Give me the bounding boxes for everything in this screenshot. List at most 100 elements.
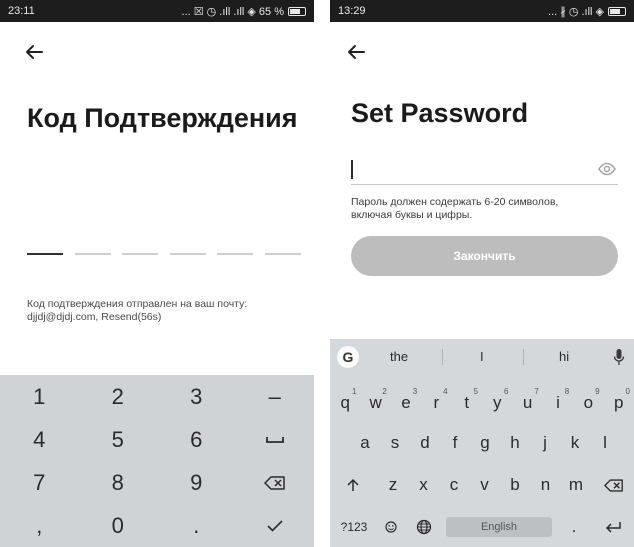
space-bar[interactable]: English (446, 517, 552, 537)
key-hint-digit: 9 (595, 387, 600, 396)
status-icons: ... ☒ ◷ .ıll .ıll ◈ 65 % (182, 5, 306, 18)
key-1[interactable]: 1 (0, 375, 79, 418)
text-caret (351, 160, 353, 179)
enter-key[interactable] (596, 507, 630, 547)
code-cell[interactable] (217, 253, 254, 255)
code-cell[interactable] (74, 253, 111, 255)
key-3[interactable]: 3 (157, 375, 236, 418)
key-u[interactable]: u7 (512, 383, 542, 423)
key-label: q (340, 393, 350, 412)
key-b[interactable]: b (500, 465, 530, 505)
code-cell[interactable] (122, 253, 159, 255)
key-c[interactable]: c (439, 465, 469, 505)
key-0[interactable]: 0 (79, 504, 158, 547)
symbols-key[interactable]: ?123 (334, 507, 374, 547)
eye-icon[interactable] (598, 162, 616, 176)
check-icon (267, 519, 283, 532)
key-7[interactable]: 7 (0, 461, 79, 504)
key-hint-digit: 8 (564, 387, 570, 396)
suggestion-item[interactable]: the (390, 349, 408, 364)
back-arrow-icon[interactable] (344, 40, 368, 64)
backspace-key[interactable] (598, 465, 630, 505)
shift-icon (347, 478, 359, 491)
key-backspace[interactable] (236, 461, 315, 504)
key-label: i (556, 393, 560, 412)
password-field[interactable] (351, 155, 618, 185)
key-v[interactable]: v (470, 465, 500, 505)
key-hint-digit: 3 (412, 387, 418, 396)
key-a[interactable]: a (350, 423, 380, 463)
enter-icon (605, 522, 621, 533)
key-5[interactable]: 5 (79, 418, 158, 461)
key-label: w (369, 393, 382, 412)
status-icons: ... ∦ ◷ .ıll ◈ (548, 5, 626, 18)
microphone-icon[interactable] (613, 348, 625, 366)
key-s[interactable]: s (380, 423, 410, 463)
key-f[interactable]: f (440, 423, 470, 463)
key-p[interactable]: p0 (604, 383, 634, 423)
key-m[interactable]: m (561, 465, 591, 505)
key-9[interactable]: 9 (157, 461, 236, 504)
suggestion-bar: G the I hi (330, 339, 634, 375)
key-comma[interactable]: , (0, 504, 79, 547)
keyboard-row-4: ?123 English . (330, 507, 634, 547)
battery-icon (288, 6, 306, 16)
key-i[interactable]: i8 (543, 383, 573, 423)
key-space[interactable] (236, 418, 315, 461)
key-4[interactable]: 4 (0, 418, 79, 461)
code-cell[interactable] (27, 253, 63, 255)
finish-button[interactable]: Закончить (351, 236, 618, 276)
set-password-screen: 13:29 ... ∦ ◷ .ıll ◈ Set Password Пароль… (330, 0, 634, 547)
suggestion-divider (523, 349, 524, 365)
period-key[interactable]: . (562, 507, 586, 547)
status-bar: 13:29 ... ∦ ◷ .ıll ◈ (330, 0, 634, 22)
key-j[interactable]: j (530, 423, 560, 463)
key-2[interactable]: 2 (79, 375, 158, 418)
key-y[interactable]: y6 (482, 383, 512, 423)
key-label: r (433, 393, 440, 412)
keyboard-row-2: asdfghjkl (330, 423, 634, 463)
key-done[interactable] (236, 504, 315, 547)
shift-key[interactable] (338, 465, 368, 505)
code-cell[interactable] (169, 253, 206, 255)
key-label: t (464, 393, 470, 412)
password-input[interactable] (351, 155, 591, 183)
suggestion-item[interactable]: I (480, 349, 484, 364)
battery-icon (608, 6, 626, 16)
key-6[interactable]: 6 (157, 418, 236, 461)
qwerty-keyboard: G the I hi q1w2e3r4t5y6u7i8o9p0 asdfghjk… (330, 339, 634, 547)
key-x[interactable]: x (409, 465, 439, 505)
key-w[interactable]: w2 (360, 383, 390, 423)
numeric-keypad: 1 2 3 – 4 5 6 7 8 9 , 0 . (0, 375, 314, 547)
key-hint-digit: 2 (382, 387, 387, 396)
page-title: Код Подтверждения (27, 103, 298, 133)
page-title: Set Password (351, 98, 529, 128)
key-r[interactable]: r4 (421, 383, 451, 423)
status-time: 13:29 (338, 5, 366, 17)
key-e[interactable]: e3 (391, 383, 421, 423)
key-d[interactable]: d (410, 423, 440, 463)
key-label: p (614, 393, 624, 412)
key-o[interactable]: o9 (573, 383, 603, 423)
back-arrow-icon[interactable] (22, 40, 46, 64)
key-l[interactable]: l (590, 423, 620, 463)
key-k[interactable]: k (560, 423, 590, 463)
key-n[interactable]: n (531, 465, 561, 505)
key-hint-digit: 6 (503, 387, 509, 396)
code-input[interactable] (27, 253, 301, 255)
suggestion-item[interactable]: hi (559, 349, 569, 364)
key-z[interactable]: z (378, 465, 408, 505)
language-key[interactable] (410, 507, 438, 547)
emoji-key[interactable] (378, 507, 404, 547)
key-period[interactable]: . (157, 504, 236, 547)
key-q[interactable]: q1 (330, 383, 360, 423)
key-minus[interactable]: – (236, 375, 315, 418)
key-t[interactable]: t5 (452, 383, 482, 423)
key-8[interactable]: 8 (79, 461, 158, 504)
key-label: e (401, 393, 411, 412)
google-icon[interactable]: G (337, 346, 359, 368)
info-line-email[interactable]: djjdj@djdj.com, Resend(56s) (27, 311, 307, 324)
key-h[interactable]: h (500, 423, 530, 463)
key-g[interactable]: g (470, 423, 500, 463)
code-cell[interactable] (264, 253, 301, 255)
